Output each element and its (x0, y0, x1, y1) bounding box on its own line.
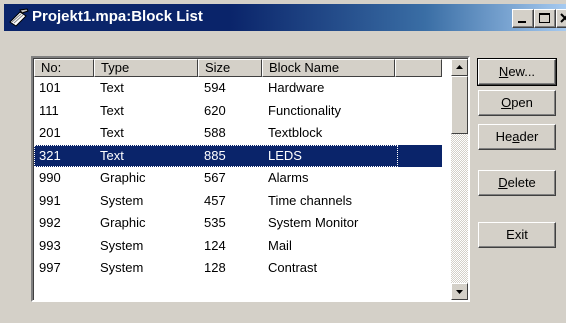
delete-button[interactable]: Delete (478, 170, 556, 196)
scroll-down-button[interactable] (451, 283, 468, 300)
close-icon (560, 13, 566, 23)
cell-type: Text (100, 102, 124, 118)
cell-type: Text (100, 125, 124, 140)
cell-block-name: Mail (268, 237, 292, 253)
cell-type: Graphic (100, 170, 146, 185)
cell-size: 567 (204, 170, 226, 185)
cell-size: 457 (204, 192, 226, 208)
table-row[interactable]: 101 Text 594 Hardware (34, 77, 442, 100)
column-header-block-name[interactable]: Block Name (262, 59, 395, 77)
pencil-document-icon (8, 8, 30, 28)
table-row[interactable]: 990 Graphic 567 Alarms (34, 167, 442, 190)
cell-no: 993 (39, 237, 61, 253)
cell-no: 991 (39, 192, 61, 208)
close-button[interactable] (556, 9, 566, 28)
cell-block-name: Hardware (268, 80, 325, 95)
cell-no: 992 (39, 215, 61, 230)
cell-type: System (100, 260, 144, 275)
cell-block-name: Time channels (268, 192, 353, 208)
maximize-button[interactable] (534, 9, 556, 28)
cell-no: 111 (39, 102, 59, 118)
minimize-icon (518, 21, 526, 23)
cell-no: 321 (39, 147, 61, 163)
column-header-type[interactable]: Type (94, 59, 198, 77)
table-row[interactable]: 991 System 457 Time channels (34, 190, 442, 213)
column-header-filler (395, 59, 442, 77)
table-row[interactable]: 997 System 128 Contrast (34, 257, 442, 280)
cell-type: System (100, 237, 144, 253)
cell-block-name: Functionality (268, 102, 341, 118)
cell-block-name: System Monitor (268, 215, 359, 230)
cell-block-name: Alarms (268, 170, 309, 185)
cell-type: System (100, 192, 144, 208)
cell-type: Text (100, 147, 124, 163)
cell-size: 620 (204, 102, 226, 118)
scroll-thumb[interactable] (451, 76, 468, 134)
exit-button[interactable]: Exit (478, 222, 556, 248)
block-list-window: Projekt1.mpa:Block List No: Type Size Bl… (0, 0, 566, 323)
cell-size: 128 (204, 260, 226, 275)
table-row[interactable]: 321 Text 885 LEDS (34, 144, 442, 167)
window-title: Projekt1.mpa:Block List (32, 8, 203, 25)
open-button[interactable]: Open (478, 90, 556, 116)
cell-no: 201 (39, 125, 61, 140)
cell-block-name: Contrast (268, 260, 318, 275)
arrow-up-icon (456, 65, 463, 69)
vertical-scrollbar[interactable] (451, 59, 468, 300)
scroll-up-button[interactable] (451, 59, 468, 76)
cell-no: 990 (39, 170, 61, 185)
cell-type: Graphic (100, 215, 146, 230)
cell-block-name: Textblock (268, 125, 323, 140)
column-header-size[interactable]: Size (198, 59, 262, 77)
cell-size: 594 (204, 80, 226, 95)
table-row[interactable]: 993 System 124 Mail (34, 235, 442, 258)
column-header-no[interactable]: No: (34, 59, 94, 77)
cell-size: 588 (204, 125, 226, 140)
header-button[interactable]: Header (478, 124, 556, 150)
cell-no: 101 (39, 80, 61, 95)
cell-size: 535 (204, 215, 226, 230)
cell-size: 885 (204, 147, 226, 163)
arrow-down-icon (456, 290, 463, 294)
title-bar[interactable]: Projekt1.mpa:Block List (4, 4, 566, 31)
table-row[interactable]: 201 Text 588 Textblock (34, 122, 442, 145)
block-list[interactable]: No: Type Size Block Name 101 Text 594 Hardw… (31, 56, 470, 302)
new-button[interactable]: New... (477, 58, 557, 86)
list-rows: 101 Text 594 Hardware 111 Text 620 Functionalit… (34, 77, 442, 280)
cell-no: 997 (39, 260, 61, 275)
cell-block-name: LEDS (268, 147, 302, 163)
cell-size: 124 (204, 237, 226, 253)
table-row[interactable]: 992 Graphic 535 System Monitor (34, 212, 442, 235)
maximize-icon (539, 13, 550, 23)
cell-type: Text (100, 80, 124, 95)
minimize-button[interactable] (512, 9, 534, 28)
table-row[interactable]: 111 Text 620 Functionality (34, 100, 442, 123)
